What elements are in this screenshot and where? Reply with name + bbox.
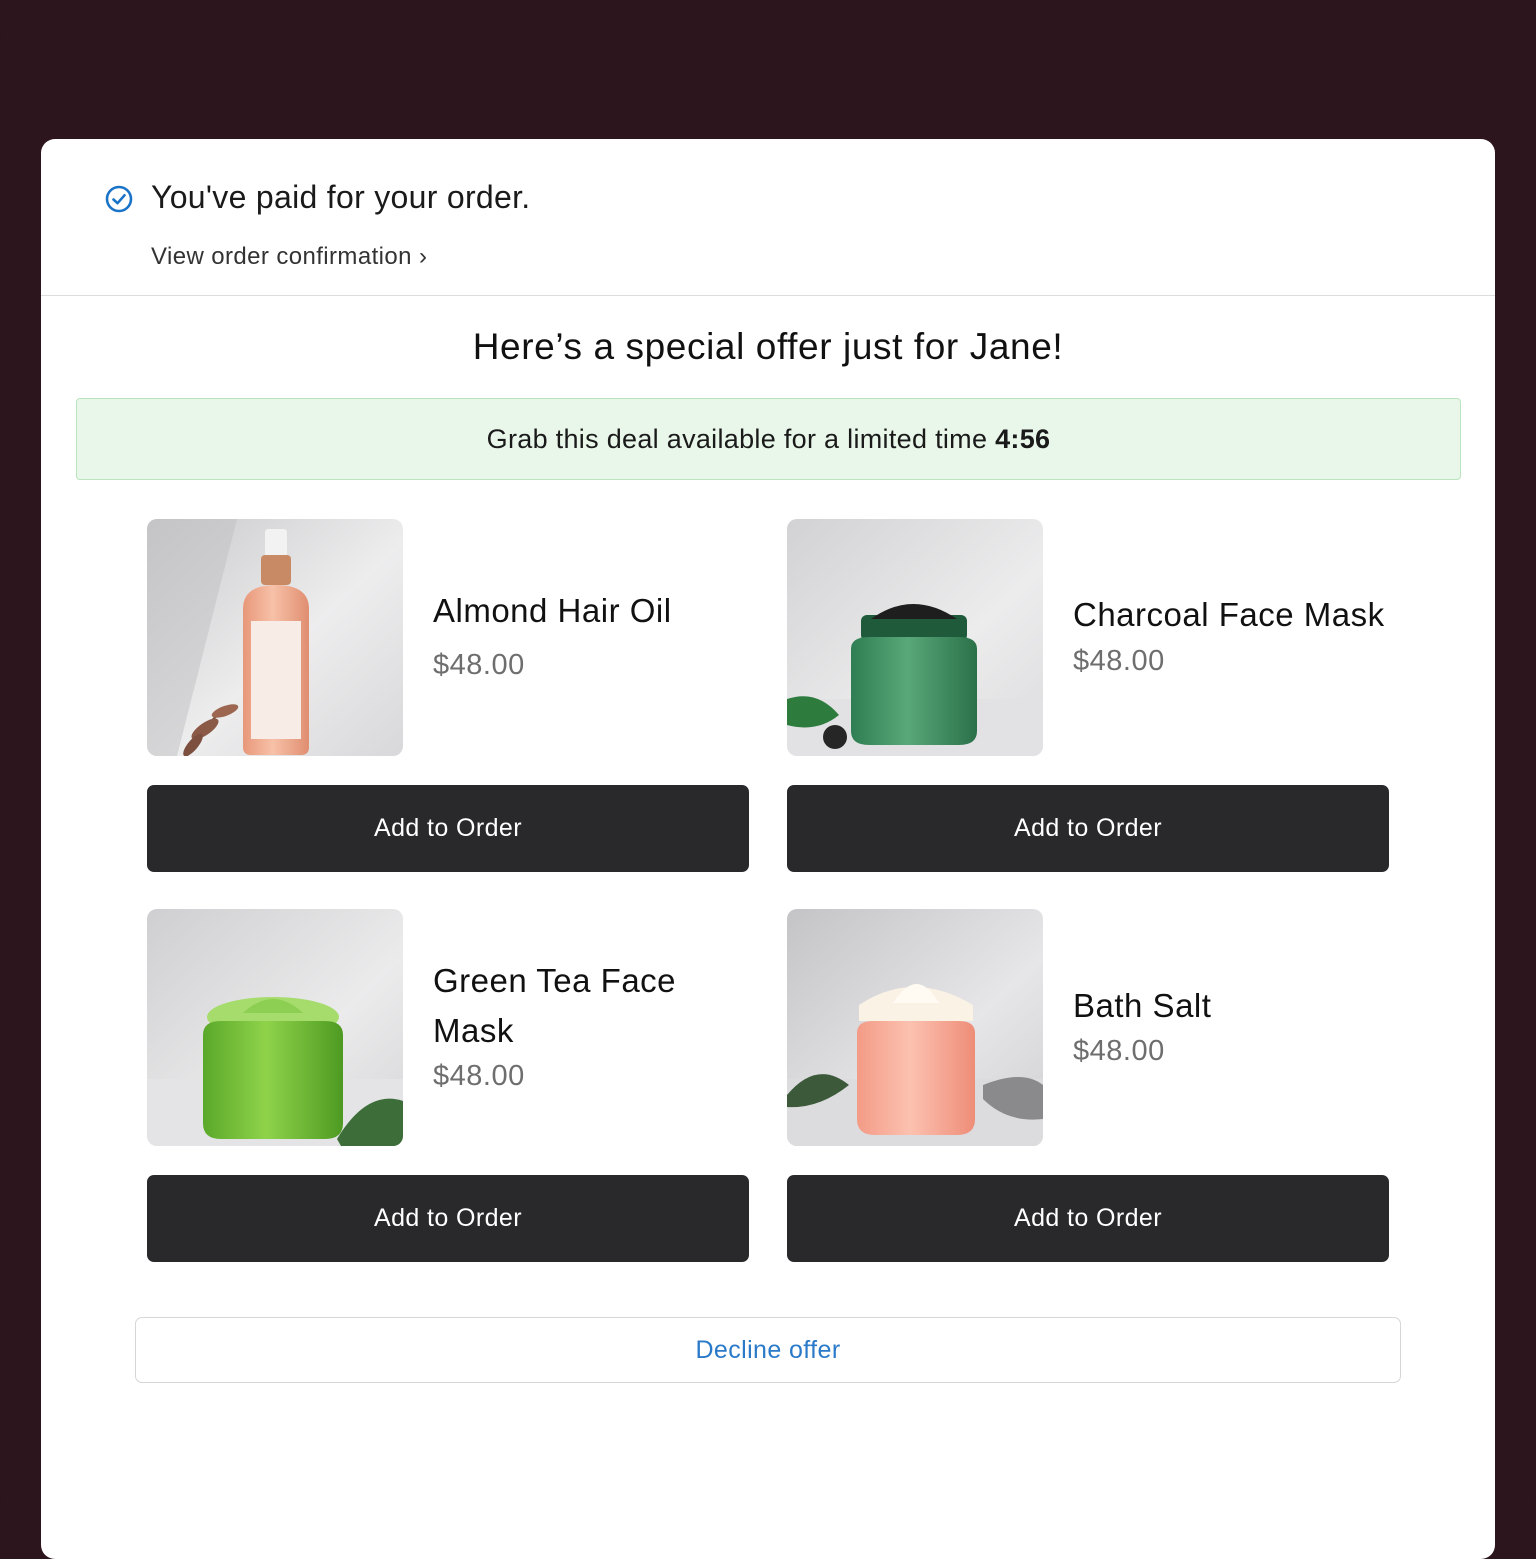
check-circle-icon [105, 185, 133, 213]
product-price: $48.00 [433, 649, 525, 681]
add-to-order-button[interactable]: Add to Order [147, 785, 749, 872]
product-card-bath-salt: Bath Salt $48.00 Add to Order [787, 909, 1389, 1263]
product-name: Charcoal Face Mask [1073, 596, 1385, 633]
add-to-order-button[interactable]: Add to Order [787, 1175, 1389, 1262]
post-purchase-card: You've paid for your order. View order c… [41, 139, 1495, 1559]
payment-status-title: You've paid for your order. [151, 179, 531, 215]
page-background: You've paid for your order. View order c… [0, 0, 1536, 1559]
product-card-charcoal-face-mask: Charcoal Face Mask $48.00 Add to Order [787, 519, 1389, 873]
product-card-almond-hair-oil: Almond Hair Oil $48.00 Add to Order [147, 519, 749, 873]
product-image-green-tea-mask [147, 909, 403, 1146]
product-price: $48.00 [1073, 645, 1165, 677]
banner-text: Grab this deal available for a limited t… [486, 424, 996, 454]
product-image-bath-salt [787, 909, 1043, 1146]
offer-heading: Here’s a special offer just for Jane! [472, 326, 1064, 367]
decline-offer-button[interactable]: Decline offer [135, 1317, 1401, 1383]
product-price: $48.00 [433, 1060, 525, 1092]
countdown-timer: 4:56 [995, 424, 1051, 454]
view-order-confirmation-link[interactable]: View order confirmation › [151, 243, 427, 271]
limited-time-banner: Grab this deal available for a limited t… [76, 398, 1461, 480]
payment-confirmation-section: You've paid for your order. View order c… [41, 139, 1495, 296]
product-card-green-tea-face-mask: Green Tea Face Mask $48.00 Add to Order [147, 909, 749, 1263]
add-to-order-button[interactable]: Add to Order [787, 785, 1389, 872]
product-name: Almond Hair Oil [433, 592, 672, 629]
product-name: Bath Salt [1073, 987, 1212, 1024]
product-name: Green Tea Face Mask [433, 962, 677, 1049]
product-image-charcoal-mask [787, 519, 1043, 756]
product-image-hair-oil [147, 519, 403, 756]
product-price: $48.00 [1073, 1035, 1165, 1067]
add-to-order-button[interactable]: Add to Order [147, 1175, 749, 1262]
